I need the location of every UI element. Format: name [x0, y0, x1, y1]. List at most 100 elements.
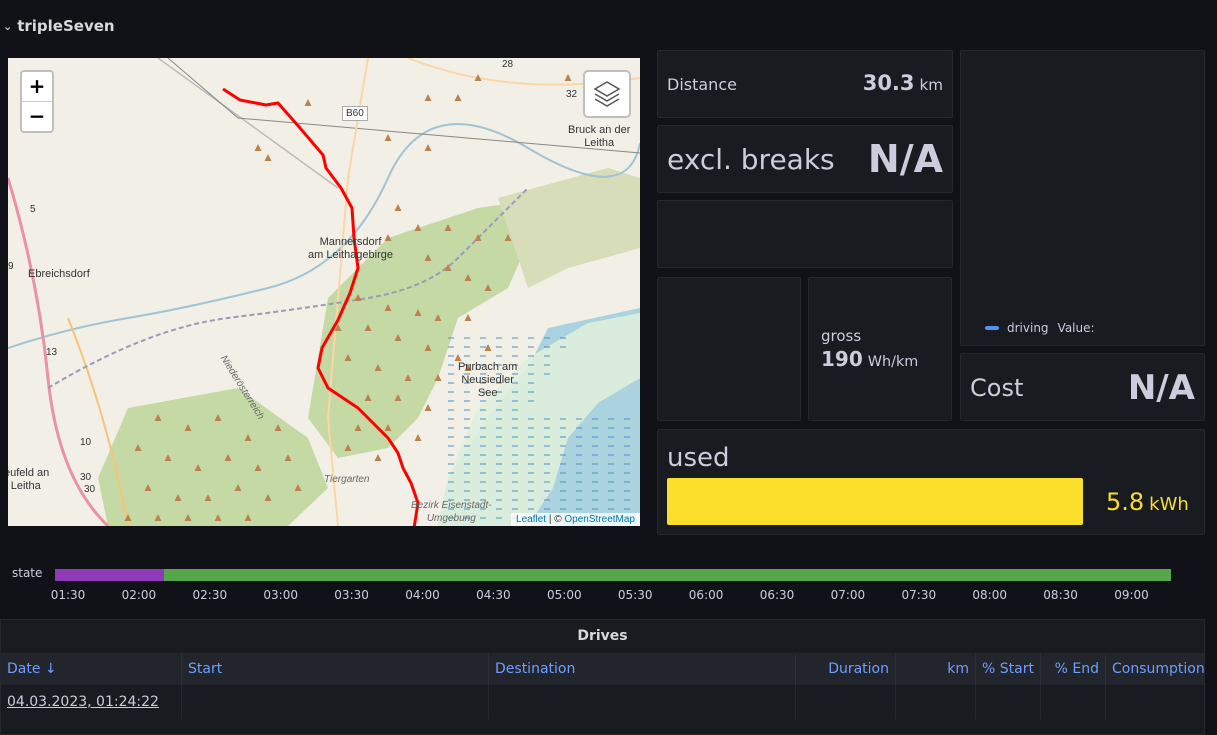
peak-marker [424, 144, 432, 151]
place-label: Ebreichsdorf [28, 268, 90, 281]
time-tick-label: 01:30 [50, 588, 86, 602]
place-seibersdorf: eufeld an r Leitha [8, 467, 50, 492]
road-b60: B60 [346, 108, 364, 119]
zoom-in-button[interactable]: + [22, 72, 52, 101]
road-number: 10 [80, 436, 91, 449]
layers-button[interactable] [583, 70, 631, 118]
distance-panel: Distance 30.3 km [657, 50, 953, 118]
col-consumption[interactable]: Consumption [1105, 653, 1205, 685]
distance-unit: km [919, 76, 943, 94]
time-tick-label: 05:30 [617, 588, 653, 602]
peak-marker [424, 94, 432, 101]
road-number: 30 [84, 483, 95, 496]
osm-link[interactable]: OpenStreetMap [564, 514, 635, 525]
layers-icon [593, 81, 621, 107]
gross-unit: Wh/km [867, 354, 919, 370]
distance-title: Distance [667, 75, 737, 94]
chevron-down-icon[interactable]: ⌄ [3, 20, 12, 33]
used-number: 5.8 [1106, 488, 1145, 516]
table-row: 04.03.2023, 01:24:22 [1, 685, 1204, 719]
time-tick-label: 04:30 [476, 588, 511, 602]
peak-marker [454, 94, 462, 101]
road-number: 5 [30, 203, 36, 216]
place-label: Bruck an der Leitha [568, 124, 630, 150]
cell-consumption [1105, 685, 1204, 719]
col-duration[interactable]: Duration [795, 653, 895, 685]
peak-marker [254, 144, 262, 151]
distance-number: 30.3 [862, 71, 915, 95]
legend-value-label: Value: [1057, 321, 1095, 335]
time-tick-label: 06:00 [688, 588, 724, 602]
cost-title: Cost [970, 374, 1024, 402]
col-start[interactable]: Start [181, 653, 488, 685]
col-destination[interactable]: Destination [488, 653, 795, 685]
map-canvas[interactable] [8, 58, 640, 526]
cell-start [181, 685, 488, 719]
drive-date-link[interactable]: 04.03.2023, 01:24:22 [7, 694, 159, 710]
chart-legend[interactable]: driving Value: [985, 321, 1095, 335]
place-label: Bezirk Eisenstadt- Umgebung [411, 499, 492, 525]
cell-pct-start [975, 685, 1040, 719]
cell-km [895, 685, 975, 719]
state-segment-parked[interactable] [55, 569, 164, 581]
used-panel: used 5.8 kWh [657, 429, 1205, 535]
row-header[interactable]: ⌄ tripleSeven [0, 14, 115, 38]
forest-east [498, 168, 640, 288]
peak-marker [264, 154, 272, 161]
excl-breaks-panel: excl. breaks N/A [657, 125, 953, 193]
peak-marker [394, 204, 402, 211]
map-panel[interactable]: Bruck an der Leitha Mannersdorf am Leith… [8, 58, 640, 526]
place-label: Purbach am Neusiedler See [458, 361, 517, 400]
zoom-control: + − [20, 70, 54, 133]
place-ebreichsdorf: Ebreichsdorf [28, 268, 90, 280]
excl-breaks-value: N/A [867, 137, 943, 181]
col-pct-end[interactable]: % End [1040, 653, 1105, 685]
state-segment-driving[interactable] [164, 569, 1171, 581]
chart-panel: driving Value: [960, 50, 1205, 346]
place-purbach: Purbach am Neusiedler See [458, 361, 518, 399]
peak-marker [564, 74, 572, 81]
empty-panel [657, 200, 953, 268]
cell-pct-end [1040, 685, 1105, 719]
road-number: 28 [502, 58, 513, 71]
road-30b: 30 [84, 484, 96, 495]
road-32: 32 [566, 89, 578, 100]
road-10: 10 [80, 437, 92, 448]
time-tick-label: 05:00 [547, 588, 582, 602]
place-mannersdorf: Mannersdorf am Leithagebirge [308, 236, 394, 261]
peak-marker [304, 99, 312, 106]
gross-value: 190 Wh/km [821, 347, 918, 371]
road-30a: 30 [80, 472, 92, 483]
state-timeline-label: state [12, 566, 43, 580]
excl-breaks-title: excl. breaks [667, 143, 835, 176]
col-date[interactable]: Date ↓ [1, 653, 181, 685]
time-tick-label: 03:00 [263, 588, 298, 602]
drives-table-panel: Drives Date ↓ Start Destination Duration… [0, 619, 1205, 735]
table-header: Date ↓ Start Destination Duration km % S… [1, 653, 1205, 685]
legend-series: driving [1007, 321, 1049, 335]
road-5: 5 [30, 204, 36, 215]
place-label: Mannersdorf am Leithagebirge [308, 236, 393, 262]
time-tick-label: 06:30 [759, 588, 795, 602]
time-tick-label: 08:30 [1043, 588, 1078, 602]
road-28: 28 [502, 59, 514, 70]
time-tick-label: 03:30 [334, 588, 369, 602]
time-tick-label: 07:30 [901, 588, 937, 602]
forest-area-south [98, 388, 328, 526]
used-unit: kWh [1149, 494, 1189, 515]
leaflet-link[interactable]: Leaflet [516, 514, 546, 525]
legend-swatch [985, 326, 999, 330]
peak-marker [374, 454, 382, 461]
cell-duration [795, 685, 895, 719]
road-number: 13 [46, 346, 57, 359]
place-bezirk: Bezirk Eisenstadt- Umgebung [411, 500, 492, 524]
place-bruck: Bruck an der Leitha [568, 124, 631, 149]
col-pct-start[interactable]: % Start [975, 653, 1040, 685]
time-tick-label: 02:30 [192, 588, 228, 602]
zoom-out-button[interactable]: − [22, 101, 52, 131]
peak-marker [424, 404, 432, 411]
gross-title: gross [821, 327, 862, 345]
col-km[interactable]: km [895, 653, 975, 685]
attribution-separator: | © [546, 514, 565, 525]
drives-title: Drives [577, 628, 628, 644]
